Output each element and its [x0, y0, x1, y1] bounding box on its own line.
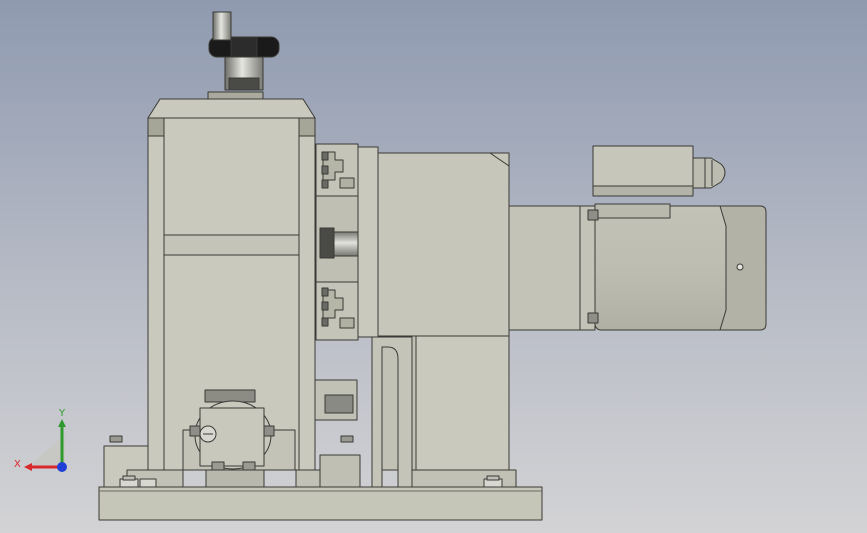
y-axis-label: Y [58, 408, 66, 419]
motor-adapter [508, 205, 596, 331]
triad-plane-shading [30, 435, 65, 465]
bearing-plate [357, 146, 379, 338]
upper-bearing-block [315, 143, 359, 197]
machine-assembly-front-view[interactable] [0, 0, 867, 533]
base-plate [98, 486, 543, 521]
motor-vent-hole [736, 263, 744, 271]
cad-viewport[interactable]: X Y [0, 0, 867, 533]
lower-bearing-block [315, 281, 359, 341]
cable-gland [692, 157, 726, 189]
y-axis-arrow [58, 419, 66, 427]
x-axis-label: X [14, 459, 21, 470]
z-axis-dot [57, 462, 67, 472]
top-shaft [212, 11, 232, 41]
x-axis-arrow [24, 463, 32, 471]
coordinate-triad: X Y [14, 408, 67, 472]
